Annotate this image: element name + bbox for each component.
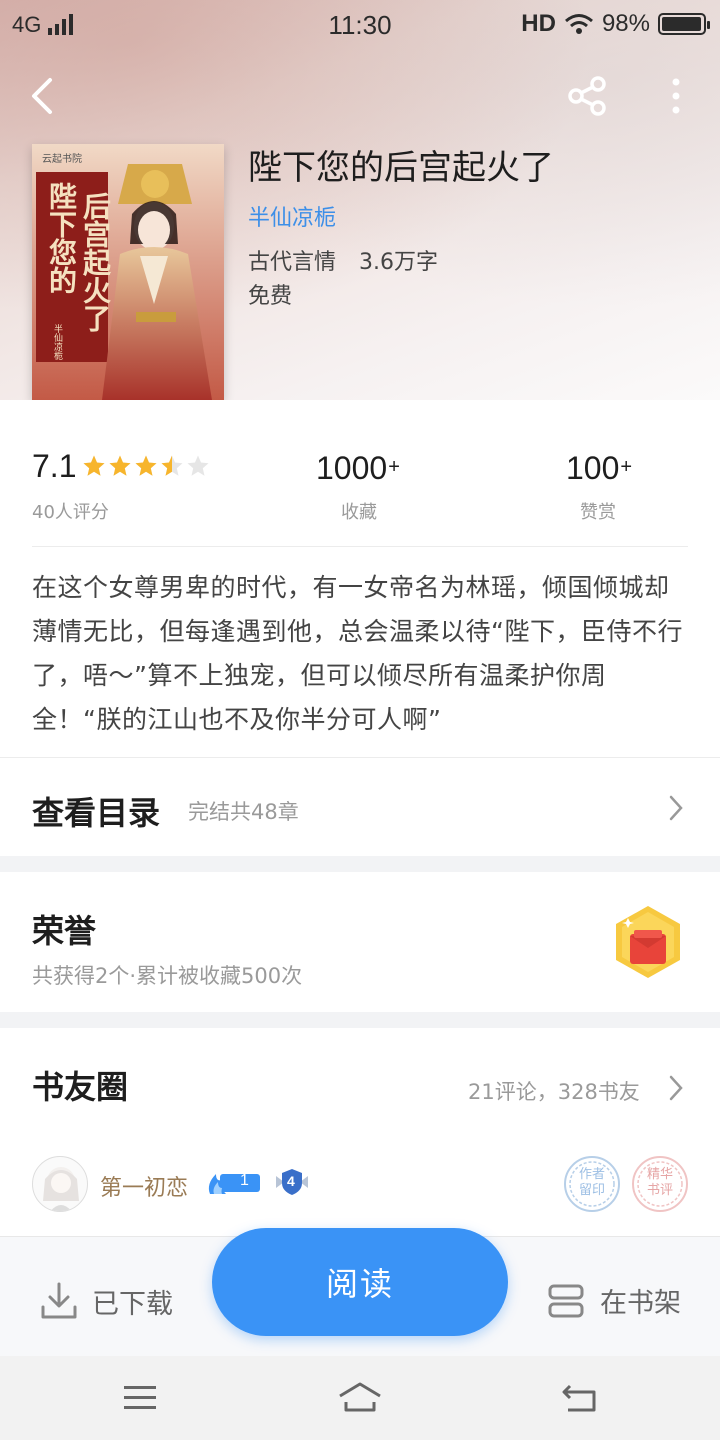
fire-level-value: 1 (240, 1172, 249, 1189)
honor-subtitle: 共获得2个·累计被收藏500次 (32, 964, 303, 988)
status-indicators: HD 98% (521, 10, 710, 38)
essence-stamp-badge: 精华书评 (632, 1156, 688, 1212)
book-title: 陛下您的后宫起火了 (248, 148, 554, 188)
book-word-count: 3.6万字 (359, 250, 439, 275)
book-intro[interactable]: 在这个女尊男卑的时代，有一女帝名为林瑶，倾国倾城却薄情无比，但每逢遇到他，总会温… (32, 566, 692, 742)
favorites-label: 收藏 (341, 502, 377, 523)
book-meta: 古代言情 3.6万字 (248, 244, 438, 276)
share-icon[interactable] (564, 72, 612, 120)
rewards-plus: + (620, 456, 633, 478)
stats-divider (32, 546, 688, 547)
book-cover[interactable]: 云起书院 后宫起火了 陛下您的 半仙凉栀 (32, 144, 224, 400)
avatar-illustration (43, 1167, 79, 1211)
catalog-row[interactable]: 查看目录 完结共48章 (0, 758, 720, 856)
author-stamp-badge: 作者留印 (564, 1156, 620, 1212)
rewards-label: 赞赏 (580, 502, 616, 523)
back-icon[interactable] (24, 72, 64, 120)
hd-indicator: HD (521, 10, 556, 37)
level-value: 4 (287, 1173, 295, 1189)
favorites-value: 1000+ (316, 450, 400, 487)
read-button[interactable]: 阅读 (212, 1228, 508, 1336)
battery-fill (662, 17, 701, 31)
chevron-right-icon (669, 795, 683, 821)
cover-title-left: 陛下您的 (45, 182, 78, 294)
favorites-number: 1000 (316, 450, 388, 486)
rating-stars (82, 454, 210, 478)
book-price: 免费 (248, 284, 293, 309)
menu-icon[interactable] (122, 1384, 158, 1412)
home-icon[interactable] (336, 1380, 384, 1416)
chevron-right-icon[interactable] (668, 1074, 684, 1102)
avatar[interactable] (32, 1156, 88, 1212)
circle-summary[interactable]: 21评论，328书友 (468, 1076, 640, 1106)
fire-level-badge-icon (208, 1174, 260, 1194)
user-name[interactable]: 第一初恋 (100, 1170, 188, 1202)
circle-title: 书友圈 (32, 1068, 129, 1106)
rewards-value: 100+ (566, 450, 632, 487)
system-navigation-bar (0, 1356, 720, 1440)
on-shelf-label: 在书架 (600, 1288, 681, 1319)
essence-stamp-text: 精华书评 (646, 1167, 673, 1198)
favorites-plus: + (388, 456, 400, 478)
wifi-icon (564, 14, 593, 34)
section-separator (0, 856, 720, 872)
author-stamp-text: 作者留印 (578, 1167, 605, 1198)
honor-title: 荣誉 (32, 912, 97, 950)
battery-percent: 98% (601, 10, 650, 37)
cover-author-seal: 半仙凉栀 (52, 324, 62, 360)
rating-star-icon (135, 455, 157, 476)
rating-star-icon (161, 455, 183, 476)
score-label: 40人评分 (32, 502, 109, 523)
download-icon (41, 1282, 77, 1319)
cover-publisher: 云起书院 (42, 154, 82, 165)
rewards-number: 100 (566, 450, 620, 486)
rating-star-icon (83, 455, 105, 476)
bookshelf-icon (548, 1284, 584, 1317)
status-bar: 4G 11:30 HD 98% (0, 0, 720, 52)
downloaded-button[interactable]: 已下载 (40, 1281, 173, 1321)
on-shelf-button[interactable]: 在书架 (546, 1281, 681, 1320)
book-stats: 7.1 40人评分 1000+ 收藏 100+ 赞赏 (0, 400, 720, 546)
catalog-subtitle: 完结共48章 (188, 800, 299, 824)
downloaded-label: 已下载 (92, 1288, 173, 1320)
rating-star-icon (187, 455, 209, 476)
more-vertical-icon[interactable] (656, 72, 696, 120)
section-separator (0, 1012, 720, 1028)
top-nav (0, 66, 720, 126)
cover-title-right: 后宫起火了 (79, 192, 112, 332)
rating-star-icon (109, 455, 131, 476)
red-envelope-badge-icon[interactable] (610, 904, 686, 980)
score-value: 7.1 (32, 448, 77, 484)
book-author-link[interactable]: 半仙凉栀 (248, 200, 336, 232)
return-icon[interactable] (560, 1382, 600, 1414)
book-category: 古代言情 (248, 250, 337, 275)
battery-icon (658, 13, 710, 35)
catalog-title: 查看目录 (32, 794, 161, 832)
